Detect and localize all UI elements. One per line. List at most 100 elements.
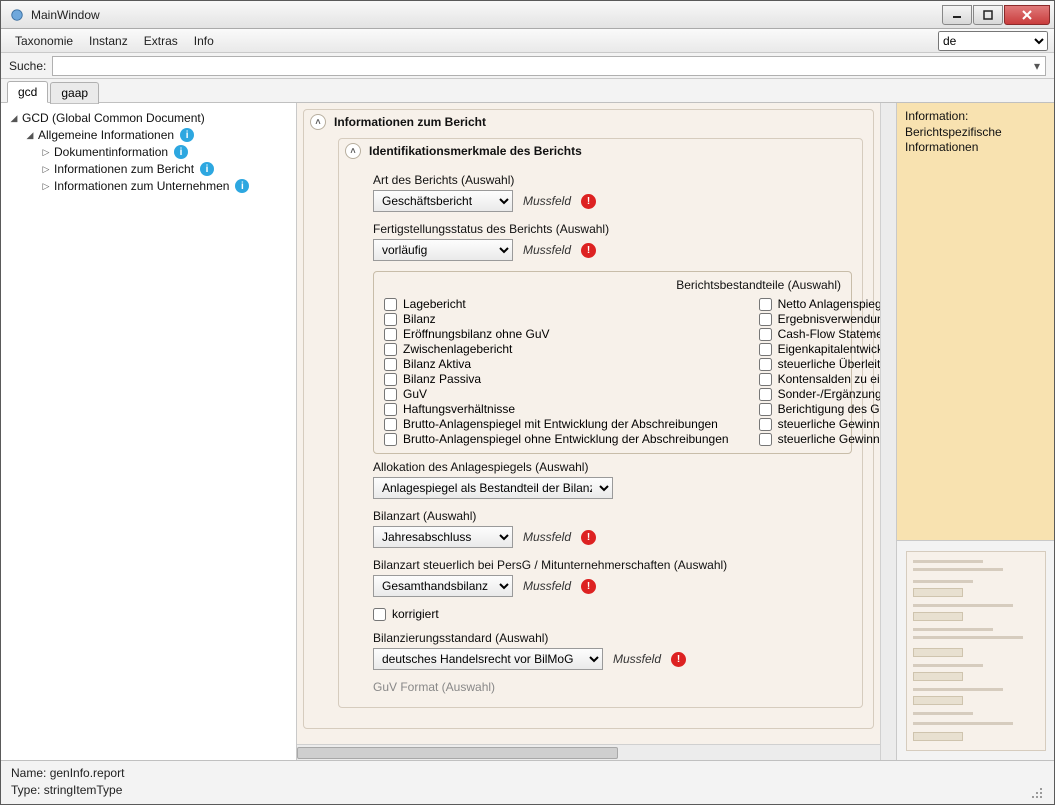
status-type-value: stringItemType [44,783,123,797]
checkbox-item[interactable] [384,313,397,326]
select-std[interactable]: deutsches Handelsrecht vor BilMoG [373,648,603,670]
checkbox-item[interactable] [759,373,772,386]
select-bilanzart[interactable]: Jahresabschluss [373,526,513,548]
checkbox-row: Ergebnisverwendung [759,312,880,326]
checkbox-label: Zwischenlagebericht [403,342,512,356]
checkbox-item[interactable] [759,358,772,371]
select-allok[interactable]: Anlagespiegel als Bestandteil der Bilanz [373,477,613,499]
maximize-button[interactable] [973,5,1003,25]
menu-instanz[interactable]: Instanz [81,31,136,51]
close-button[interactable] [1004,5,1050,25]
checkbox-label: Brutto-Anlagenspiegel ohne Entwicklung d… [403,432,729,446]
statusbar: Name: genInfo.report Type: stringItemTyp… [1,760,1054,804]
section-inner-header[interactable]: ˄ Identifikationsmerkmale des Berichts [339,139,862,163]
mussfeld-label: Mussfeld [523,194,571,208]
section-outer-header[interactable]: ˄ Informationen zum Bericht [304,110,873,134]
tab-gcd[interactable]: gcd [7,81,48,103]
titlebar: MainWindow [1,1,1054,29]
checkbox-item[interactable] [384,298,397,311]
error-icon: ! [581,579,596,594]
label-guv-truncated: GuV Format (Auswahl) [373,680,852,694]
checkbox-label: GuV [403,387,427,401]
menu-taxonomie[interactable]: Taxonomie [7,31,81,51]
error-icon: ! [671,652,686,667]
checkbox-item[interactable] [384,343,397,356]
tree-allgemeine[interactable]: ◢Allgemeine Informationeni [25,127,292,143]
language-select[interactable]: de [938,31,1048,51]
menu-extras[interactable]: Extras [136,31,186,51]
status-name-value: genInfo.report [50,766,125,780]
tree-informationen-unternehmen[interactable]: ▷Informationen zum Unternehmeni [41,178,292,194]
label-bilanzart-st: Bilanzart steuerlich bei PersG / Mitunte… [373,558,852,572]
checkbox-label: steuerliche Gewinnermittlung bei P [778,432,880,446]
status-type-label: Type: [11,783,40,797]
checkbox-item[interactable] [759,403,772,416]
select-status[interactable]: vorläufig [373,239,513,261]
info-panel: Information: Berichtspezifische Informat… [897,103,1054,540]
collapse-icon[interactable]: ˄ [310,114,326,130]
page-thumbnail[interactable] [906,551,1046,751]
checkbox-row: Brutto-Anlagenspiegel ohne Entwicklung d… [384,432,729,446]
resize-grip[interactable] [1028,784,1044,800]
error-icon: ! [581,530,596,545]
select-bilanzart-st[interactable]: Gesamthandsbilanz [373,575,513,597]
section-outer: ˄ Informationen zum Bericht ˄ Identifika… [303,109,874,729]
checkbox-item[interactable] [759,313,772,326]
select-art[interactable]: Geschäftsbericht [373,190,513,212]
section-inner: ˄ Identifikationsmerkmale des Berichts A… [338,138,863,708]
minimize-button[interactable] [942,5,972,25]
checkbox-item[interactable] [384,388,397,401]
checkbox-label: Bilanz Aktiva [403,357,471,371]
checkbox-label: Eröffnungsbilanz ohne GuV [403,327,550,341]
checkbox-korrigiert[interactable] [373,608,386,621]
form-pane: ˄ Informationen zum Bericht ˄ Identifika… [297,103,880,760]
collapse-icon[interactable]: ˄ [345,143,361,159]
checkbox-label: Netto Anlagenspiegel [778,297,880,311]
checkbox-row: Lagebericht [384,297,729,311]
checkbox-row: Cash-Flow Statement [759,327,880,341]
tabstrip: gcd gaap [1,79,1054,103]
checkbox-item[interactable] [384,418,397,431]
tree-pane[interactable]: ◢GCD (Global Common Document) ◢Allgemein… [1,103,297,760]
vertical-scrollbar[interactable] [880,103,896,760]
info-icon: i [235,179,249,193]
checkbox-item[interactable] [759,328,772,341]
checkbox-item[interactable] [759,418,772,431]
app-icon [9,7,25,23]
tab-gaap[interactable]: gaap [50,82,99,104]
form-scrollarea[interactable]: ˄ Informationen zum Bericht ˄ Identifika… [297,103,880,744]
checkbox-label: Berichtigung des Gewinns bei Wec [778,402,880,416]
checkbox-item[interactable] [384,328,397,341]
horizontal-scrollbar[interactable] [297,744,880,760]
mussfeld-label: Mussfeld [523,243,571,257]
checkbox-item[interactable] [759,343,772,356]
tree-dokumentinformation[interactable]: ▷Dokumentinformationi [41,144,292,160]
checkbox-item[interactable] [759,298,772,311]
checkbox-label: Bilanz [403,312,436,326]
checkbox-row: Kontensalden zu einer oder mehre [759,372,880,386]
checkbox-label: Bilanz Passiva [403,372,481,386]
label-bilanzart: Bilanzart (Auswahl) [373,509,852,523]
tree-root[interactable]: ◢GCD (Global Common Document) [9,110,292,126]
menu-info[interactable]: Info [186,31,222,51]
checkbox-item[interactable] [759,388,772,401]
checkbox-row: Netto Anlagenspiegel [759,297,880,311]
checkbox-item[interactable] [759,433,772,446]
checkbox-item[interactable] [384,403,397,416]
checkbox-row: Berichtigung des Gewinns bei Wec [759,402,880,416]
checkbox-item[interactable] [384,373,397,386]
checkbox-row: Brutto-Anlagenspiegel mit Entwicklung de… [384,417,729,431]
label-std: Bilanzierungsstandard (Auswahl) [373,631,852,645]
body: ◢GCD (Global Common Document) ◢Allgemein… [1,103,1054,760]
checkbox-item[interactable] [384,358,397,371]
tree-informationen-bericht[interactable]: ▷Informationen zum Berichti [41,161,292,177]
checkbox-item[interactable] [384,433,397,446]
checkbox-label: Kontensalden zu einer oder mehre [778,372,880,386]
label-allok: Allokation des Anlagespiegels (Auswahl) [373,460,852,474]
checkbox-row: Eigenkapitalentwicklung [759,342,880,356]
info-icon: i [180,128,194,142]
search-input[interactable] [52,56,1046,76]
checkbox-row: steuerliche Gewinnermittlung [759,417,880,431]
checkbox-row: Eröffnungsbilanz ohne GuV [384,327,729,341]
label-status: Fertigstellungsstatus des Berichts (Ausw… [373,222,852,236]
